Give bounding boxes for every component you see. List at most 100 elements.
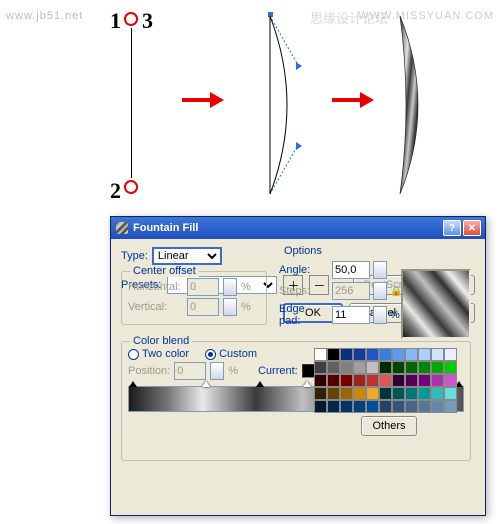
angle-label: Angle: — [279, 264, 329, 276]
marker-start[interactable] — [129, 381, 137, 387]
palette-swatch[interactable] — [418, 361, 431, 374]
angle-spinner[interactable] — [373, 261, 387, 279]
color-blend-legend: Color blend — [130, 335, 192, 347]
point-1-label: 1 — [110, 8, 121, 34]
dialog-icon — [115, 221, 129, 235]
palette-swatch[interactable] — [353, 374, 366, 387]
palette-swatch[interactable] — [405, 374, 418, 387]
palette-swatch[interactable] — [327, 374, 340, 387]
palette-swatch[interactable] — [340, 400, 353, 413]
center-offset-legend: Center offset — [130, 265, 199, 277]
vertical-spinner — [223, 298, 237, 316]
palette-swatch[interactable] — [392, 348, 405, 361]
filled-blade — [390, 10, 440, 200]
palette-swatch[interactable] — [314, 400, 327, 413]
help-titlebar-button[interactable]: ? — [443, 220, 461, 236]
palette-swatch[interactable] — [379, 400, 392, 413]
options-legend: Options — [281, 245, 325, 257]
palette-swatch[interactable] — [431, 374, 444, 387]
palette-swatch[interactable] — [444, 361, 457, 374]
palette-swatch[interactable] — [366, 361, 379, 374]
palette-swatch[interactable] — [366, 374, 379, 387]
red-arrow-2 — [330, 90, 374, 110]
point-3-label: 3 — [142, 8, 153, 34]
palette-swatch[interactable] — [353, 361, 366, 374]
palette-swatch[interactable] — [327, 361, 340, 374]
palette-swatch[interactable] — [340, 361, 353, 374]
palette-swatch[interactable] — [405, 361, 418, 374]
palette-swatch[interactable] — [379, 374, 392, 387]
marker-2[interactable] — [202, 381, 210, 387]
palette-swatch[interactable] — [405, 387, 418, 400]
gradient-preview[interactable] — [401, 269, 471, 339]
palette-swatch[interactable] — [340, 348, 353, 361]
position-input — [174, 362, 206, 380]
edge-label: Edge pad: — [279, 303, 329, 327]
palette-swatch[interactable] — [418, 387, 431, 400]
red-arrow-1 — [180, 90, 224, 110]
palette-swatch[interactable] — [418, 374, 431, 387]
current-label: Current: — [258, 365, 298, 377]
palette-swatch[interactable] — [431, 387, 444, 400]
close-button[interactable]: ✕ — [463, 220, 481, 236]
palette-swatch[interactable] — [431, 348, 444, 361]
titlebar[interactable]: Fountain Fill ? ✕ — [111, 217, 485, 239]
palette-swatch[interactable] — [340, 374, 353, 387]
dialog-title: Fountain Fill — [133, 222, 198, 234]
horizontal-unit: % — [241, 281, 251, 293]
steps-label: Steps: — [279, 285, 329, 297]
horizontal-input — [187, 278, 219, 296]
palette-swatch[interactable] — [353, 348, 366, 361]
palette-swatch[interactable] — [392, 387, 405, 400]
palette-swatch[interactable] — [366, 348, 379, 361]
palette-swatch[interactable] — [353, 387, 366, 400]
marker-4[interactable] — [303, 381, 311, 387]
palette-swatch[interactable] — [444, 387, 457, 400]
steps-spinner — [373, 282, 387, 300]
palette-swatch[interactable] — [405, 400, 418, 413]
position-spinner — [210, 362, 224, 380]
palette-swatch[interactable] — [353, 400, 366, 413]
palette-swatch[interactable] — [366, 387, 379, 400]
edge-input[interactable] — [332, 306, 370, 324]
palette-swatch[interactable] — [327, 387, 340, 400]
type-label: Type: — [121, 250, 148, 262]
custom-radio[interactable]: Custom — [205, 348, 257, 360]
palette-swatch[interactable] — [405, 348, 418, 361]
marker-3[interactable] — [256, 381, 264, 387]
palette-swatch[interactable] — [444, 348, 457, 361]
tutorial-diagram: 1 3 2 — [100, 10, 490, 210]
palette-swatch[interactable] — [431, 400, 444, 413]
palette-swatch[interactable] — [314, 348, 327, 361]
palette-swatch[interactable] — [314, 361, 327, 374]
palette-swatch[interactable] — [431, 361, 444, 374]
vertical-line — [131, 28, 132, 178]
palette-swatch[interactable] — [327, 400, 340, 413]
palette-swatch[interactable] — [340, 387, 353, 400]
palette-swatch[interactable] — [314, 374, 327, 387]
palette-swatch[interactable] — [379, 348, 392, 361]
endpoint-1 — [124, 12, 138, 26]
horizontal-label: Horizontal: — [128, 281, 183, 293]
point-2-label: 2 — [110, 178, 121, 204]
palette-swatch[interactable] — [392, 361, 405, 374]
others-button[interactable]: Others — [361, 416, 416, 436]
palette-swatch[interactable] — [444, 374, 457, 387]
palette-swatch[interactable] — [366, 400, 379, 413]
angle-input[interactable] — [332, 261, 370, 279]
palette-swatch[interactable] — [379, 361, 392, 374]
palette-swatch[interactable] — [418, 348, 431, 361]
palette-swatch[interactable] — [418, 400, 431, 413]
type-select[interactable]: Linear — [152, 247, 222, 265]
two-color-radio[interactable]: Two color — [128, 348, 189, 360]
palette-swatch[interactable] — [392, 400, 405, 413]
watermark-left: www.jb51.net — [6, 10, 83, 22]
edge-spinner[interactable] — [373, 306, 387, 324]
palette-swatch[interactable] — [314, 387, 327, 400]
color-palette[interactable] — [314, 348, 464, 413]
palette-swatch[interactable] — [327, 348, 340, 361]
palette-swatch[interactable] — [444, 400, 457, 413]
palette-swatch[interactable] — [379, 387, 392, 400]
palette-swatch[interactable] — [392, 374, 405, 387]
position-label: Position: — [128, 365, 170, 377]
